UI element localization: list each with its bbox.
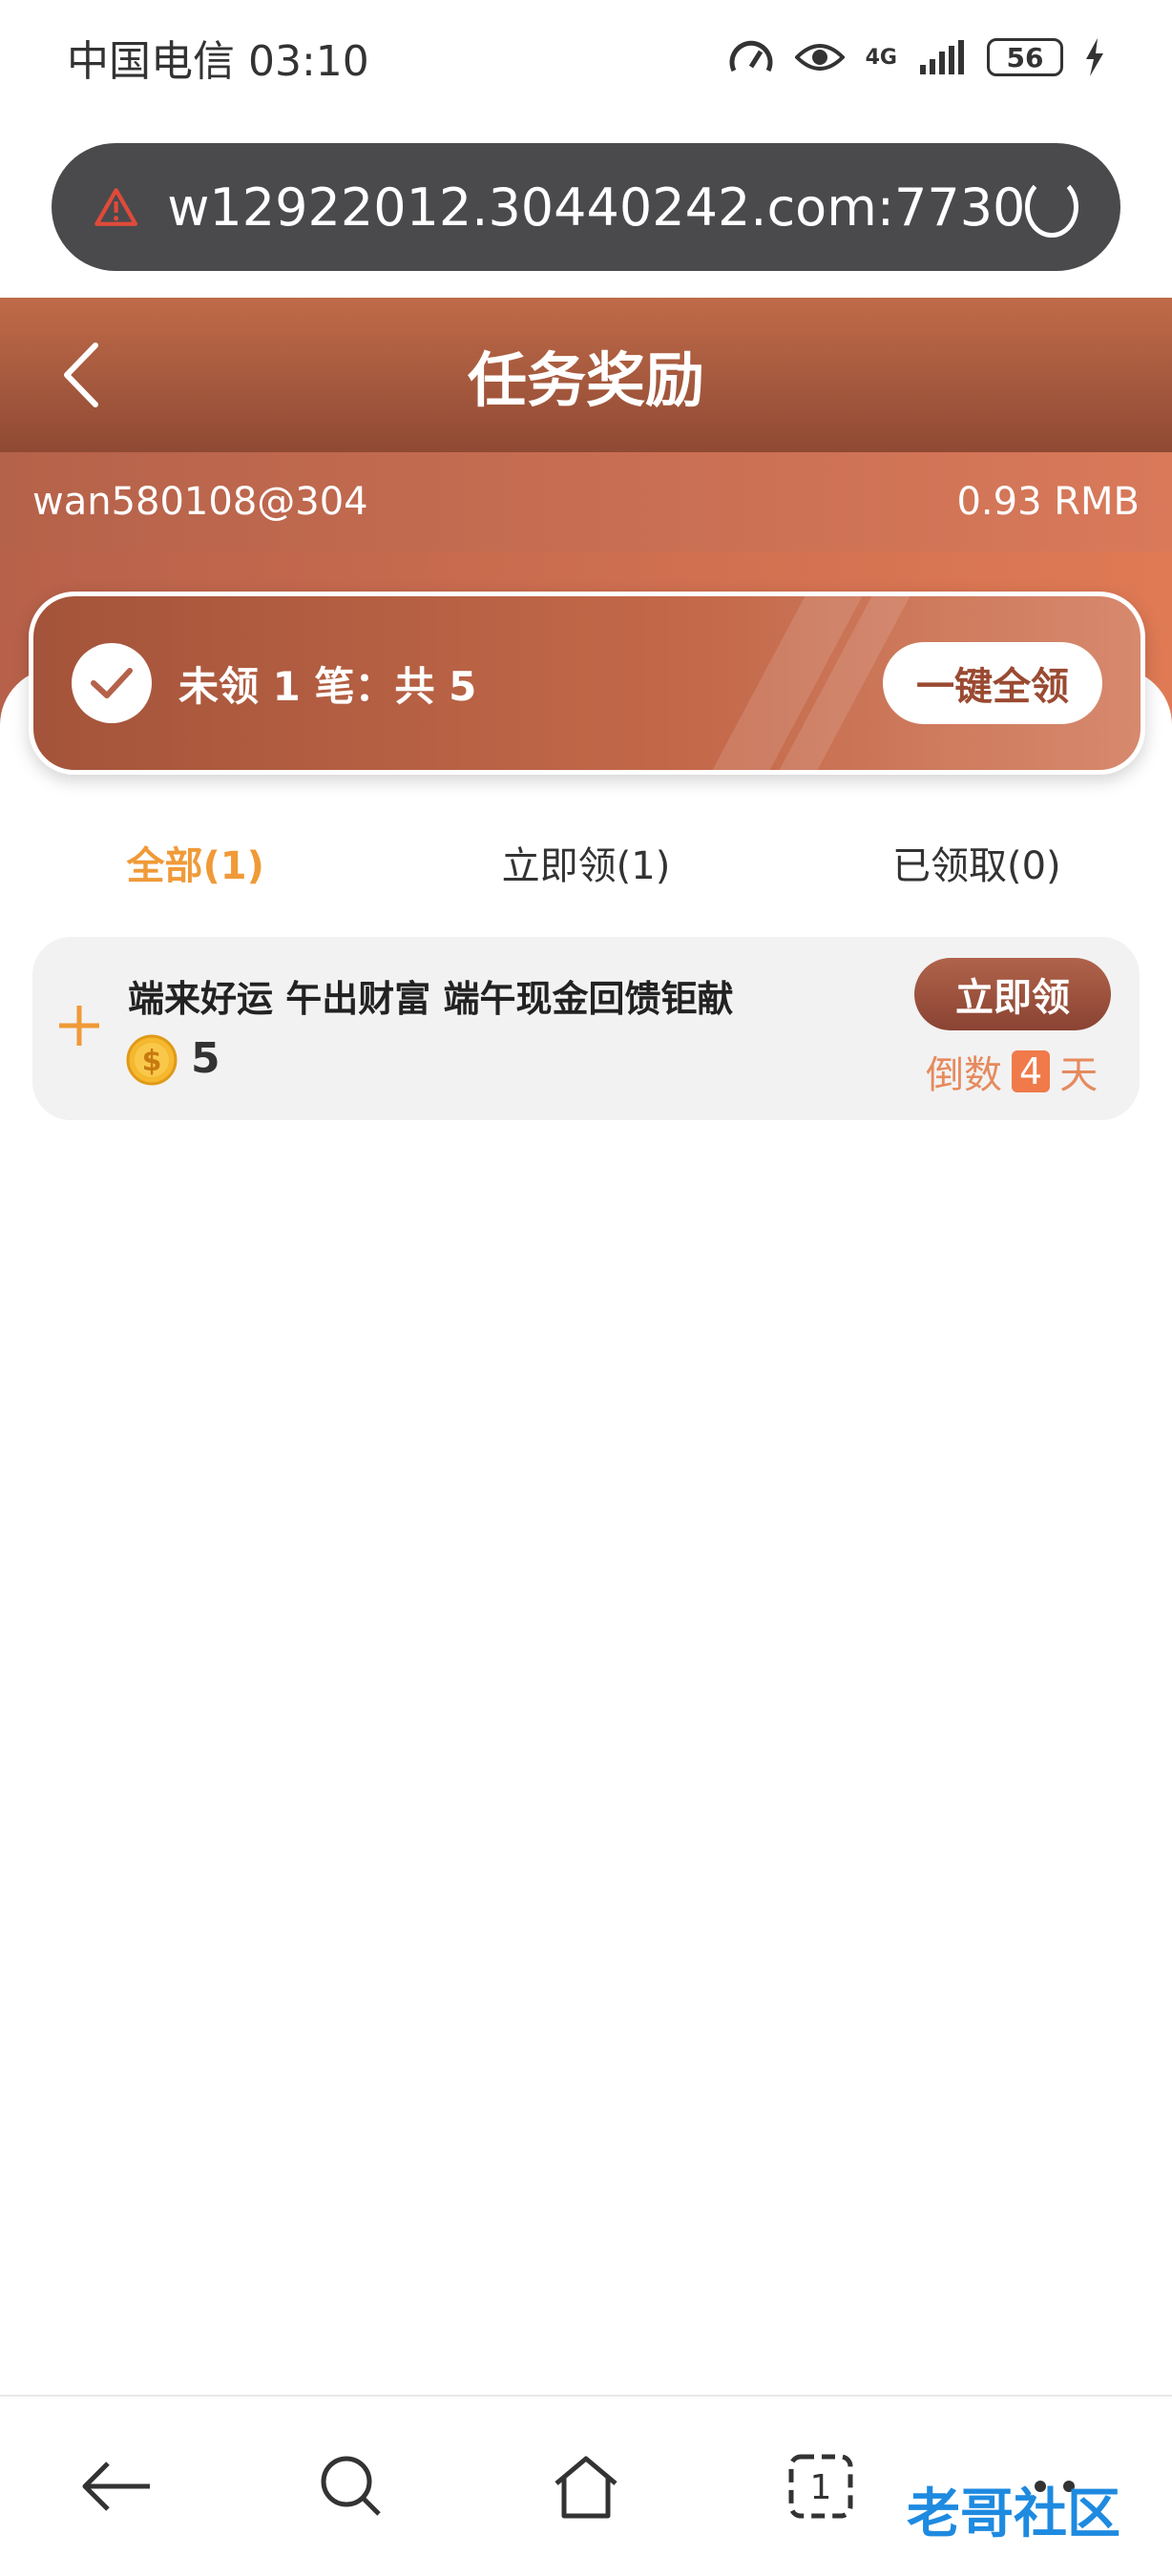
back-arrow-icon[interactable] — [53, 340, 115, 410]
nav-back[interactable] — [60, 2429, 175, 2544]
svg-text:$: $ — [142, 1045, 162, 1078]
battery-indicator: 56 — [987, 38, 1063, 76]
tab-all[interactable]: 全部(1) — [0, 817, 390, 908]
page-title: 任务奖励 — [467, 345, 704, 415]
countdown-prefix: 倒数 — [926, 1053, 1002, 1097]
claim-all-button[interactable]: 一键全领 — [883, 642, 1102, 724]
back-icon — [82, 2462, 150, 2511]
coin-icon: $ — [126, 1034, 178, 1086]
nav-search[interactable] — [294, 2429, 408, 2544]
carrier-time: 中国电信 03:10 — [67, 37, 369, 86]
page-header: 任务奖励 — [0, 298, 1172, 452]
search-icon — [321, 2456, 382, 2516]
eye-icon — [794, 44, 845, 71]
balance: 0.93 RMB — [956, 480, 1140, 524]
tabs-icon: 1 — [788, 2454, 853, 2519]
status-bar: 中国电信 03:10 4G 56 — [0, 0, 1172, 114]
status-icons: 4G 56 — [728, 38, 1105, 76]
battery-level: 56 — [1006, 41, 1044, 73]
countdown-suffix: 天 — [1059, 1053, 1099, 1097]
reward-amount: 5 — [191, 1034, 220, 1083]
signal-icon — [920, 40, 964, 74]
url-text[interactable]: w12922012.30440242.com:7730 — [167, 177, 1025, 238]
tab-claim-now[interactable]: 立即领(1) — [390, 817, 781, 908]
check-icon — [72, 643, 152, 723]
countdown: 倒数 4 天 — [926, 1044, 1098, 1099]
claim-now-button[interactable]: 立即领 — [914, 958, 1111, 1030]
network-type: 4G — [865, 45, 897, 70]
speed-icon — [729, 40, 773, 73]
account-strip: wan580108@304 0.93 RMB — [0, 452, 1172, 551]
task-item: 端来好运 午出财富 端午现金回馈钜献 $ 5 立即领 倒数 4 天 — [32, 937, 1140, 1120]
nav-home[interactable] — [529, 2429, 643, 2544]
nav-tabs[interactable]: 1 — [764, 2429, 878, 2544]
summary-card: 未领 1 笔：共 5 一键全领 — [29, 592, 1145, 775]
tab-claimed[interactable]: 已领取(0) — [782, 817, 1172, 908]
svg-text:1: 1 — [809, 2468, 831, 2507]
charging-icon — [1086, 38, 1103, 76]
plus-icon[interactable] — [57, 1004, 101, 1048]
home-icon — [555, 2456, 617, 2519]
warning-icon — [94, 188, 137, 226]
filter-tabs: 全部(1) 立即领(1) 已领取(0) — [0, 817, 1172, 908]
task-title: 端来好运 午出财富 端午现金回馈钜献 — [128, 978, 734, 1020]
countdown-days: 4 — [1012, 1050, 1051, 1092]
reload-icon[interactable] — [1025, 177, 1078, 238]
watermark: 老哥社区 — [907, 2483, 1120, 2545]
username: wan580108@304 — [32, 480, 368, 524]
address-bar[interactable]: w12922012.30440242.com:7730 — [52, 143, 1120, 271]
